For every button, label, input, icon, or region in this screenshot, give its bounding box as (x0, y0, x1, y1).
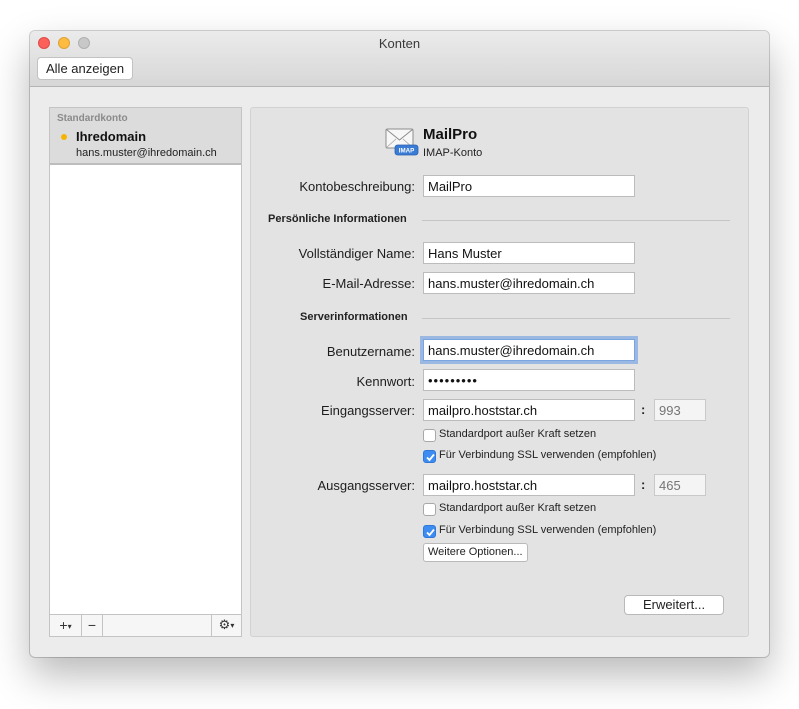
section-divider (422, 220, 730, 221)
server-info-heading: Serverinformationen (300, 311, 408, 323)
more-options-button[interactable]: Weitere Optionen... (423, 543, 528, 562)
incoming-port-field[interactable] (654, 399, 706, 421)
full-name-label: Vollständiger Name: (298, 246, 415, 261)
checkbox-unchecked[interactable] (423, 503, 436, 516)
checkmark-icon[interactable] (423, 525, 436, 538)
outgoing-server-field[interactable] (423, 474, 635, 496)
personal-info-heading: Persönliche Informationen (268, 213, 407, 225)
remove-account-button[interactable]: − (82, 615, 103, 636)
account-email: hans.muster@ihredomain.ch (76, 147, 217, 159)
checkbox-label: Standardport außer Kraft setzen (439, 428, 597, 440)
envelope-imap-icon: IMAP (385, 128, 419, 156)
email-address-label: E-Mail-Adresse: (322, 276, 415, 291)
window-title: Konten (378, 36, 421, 51)
incoming-server-label: Eingangsserver: (321, 403, 415, 418)
account-details-panel: IMAP MailPro IMAP-Konto Kontobeschreibun… (250, 107, 749, 637)
checkbox-unchecked[interactable] (423, 429, 436, 442)
password-label: Kennwort: (356, 374, 415, 389)
default-account-section-label: Standardkonto (57, 113, 128, 124)
chevron-down-icon: ▾ (67, 622, 72, 631)
checkbox-label: Für Verbindung SSL verwenden (empfohlen) (439, 449, 657, 461)
plus-icon: + (59, 617, 68, 633)
checkbox-label: Für Verbindung SSL verwenden (empfohlen) (439, 524, 657, 536)
incoming-server-field[interactable] (423, 399, 635, 421)
chevron-down-icon: ▾ (230, 621, 235, 630)
port-separator: : (641, 402, 646, 417)
account-list-item[interactable]: Standardkonto Ihredomain hans.muster@ihr… (50, 108, 241, 165)
accounts-window: Konten Alle anzeigen Standardkonto Ihred… (30, 31, 769, 657)
outgoing-port-field[interactable] (654, 474, 706, 496)
port-separator: : (641, 477, 646, 492)
username-label: Benutzername: (326, 344, 415, 359)
account-description-label: Kontobeschreibung: (299, 179, 415, 194)
username-field[interactable] (423, 339, 635, 361)
full-name-field[interactable] (423, 242, 635, 264)
account-description-field[interactable] (423, 175, 635, 197)
checkbox-label: Standardport außer Kraft setzen (439, 502, 597, 514)
password-field[interactable] (423, 369, 635, 391)
gear-icon: ⚙ (218, 617, 231, 632)
account-actions-button[interactable]: ⚙▾ (211, 615, 241, 636)
account-status-indicator (61, 134, 67, 140)
account-list: Standardkonto Ihredomain hans.muster@ihr… (49, 107, 242, 637)
imap-badge-label: IMAP (399, 148, 414, 155)
account-name: Ihredomain (76, 129, 147, 144)
show-all-button[interactable]: Alle anzeigen (37, 57, 134, 80)
account-type: IMAP-Konto (423, 147, 483, 159)
add-account-button[interactable]: +▾ (50, 615, 82, 636)
account-list-footer: +▾ − ⚙▾ (50, 614, 241, 636)
outgoing-server-label: Ausgangsserver: (317, 478, 415, 493)
account-title: MailPro (423, 126, 478, 143)
title-bar: Konten Alle anzeigen (30, 31, 769, 87)
email-address-field[interactable] (423, 272, 635, 294)
section-divider (422, 318, 730, 319)
minus-icon: − (87, 617, 97, 633)
advanced-button[interactable]: Erweitert... (624, 595, 724, 615)
checkmark-icon[interactable] (423, 450, 436, 463)
